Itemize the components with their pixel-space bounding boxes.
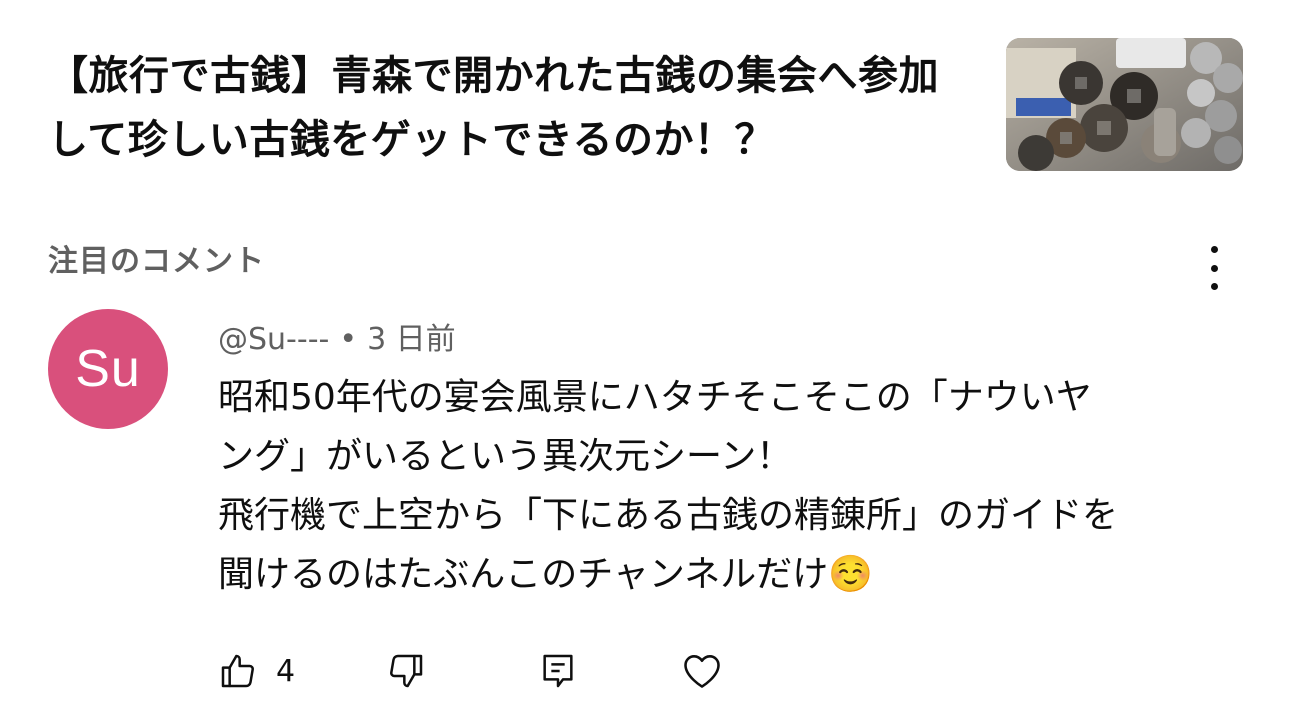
more-dot: [1210, 283, 1218, 290]
comment-line: 聞けるのはたぶんこのチャンネルだけ☺️: [218, 554, 874, 595]
comment-line: 昭和50年代の宴会風景にハタチそこそこの「ナウいヤ: [218, 377, 1092, 418]
comment-timestamp: 3 日前: [367, 322, 456, 357]
comment-header: @Su---- • 3 日前: [218, 314, 456, 358]
dislike-button[interactable]: [386, 648, 426, 694]
heart-button[interactable]: [680, 648, 724, 694]
header-separator: •: [339, 322, 358, 357]
comment-line: 飛行機で上空から「下にある古銭の精錬所」のガイドを: [218, 495, 1119, 536]
thumbs-down-icon: [390, 654, 423, 688]
reply-icon: [543, 654, 573, 688]
more-vertical-icon[interactable]: [1196, 246, 1232, 290]
thumbs-up-icon: [221, 654, 254, 688]
coin-collection-image: [1006, 38, 1243, 171]
like-count: 4: [276, 653, 296, 689]
video-thumbnail[interactable]: [1006, 38, 1243, 171]
reply-button[interactable]: [538, 648, 578, 694]
avatar[interactable]: Su: [48, 309, 168, 429]
comment-line: ング」がいるという異次元シーン！: [218, 436, 793, 477]
featured-comments-heading: 注目のコメント: [48, 244, 265, 279]
comment-author[interactable]: @Su----: [218, 322, 329, 357]
video-title[interactable]: 【旅行で古銭】青森で開かれた古銭の集会へ参加して珍しい古銭をゲットできるのか！？: [48, 44, 978, 172]
like-button[interactable]: 4: [218, 648, 295, 694]
more-dot: [1210, 264, 1218, 272]
comment-text: 昭和50年代の宴会風景にハタチそこそこの「ナウいヤ ング」がいるという異次元シー…: [218, 368, 1198, 604]
more-dot: [1210, 246, 1218, 253]
heart-icon: [684, 655, 720, 688]
